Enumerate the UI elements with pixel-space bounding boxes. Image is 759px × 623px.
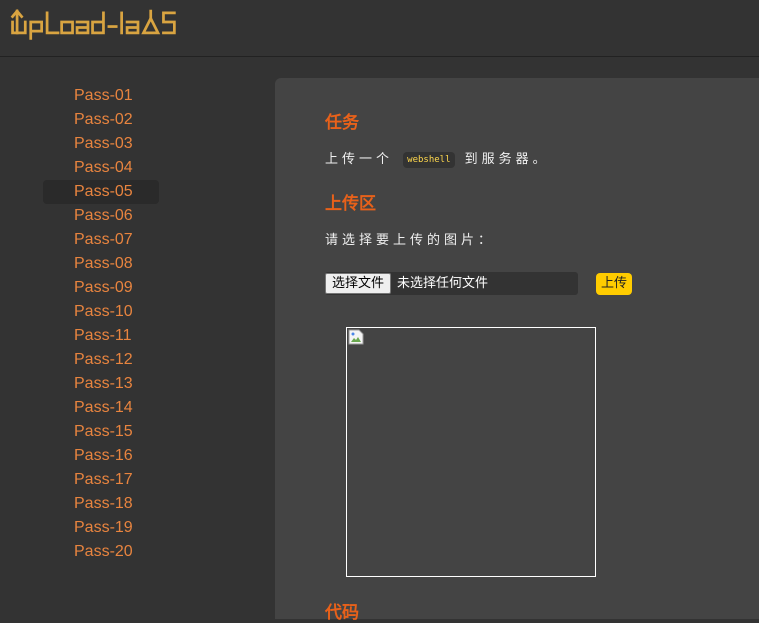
sidebar-item-pass-06[interactable]: Pass-06	[43, 204, 159, 228]
choose-file-button[interactable]: 选择文件	[325, 273, 392, 294]
header	[0, 0, 759, 57]
broken-image-icon	[348, 329, 364, 345]
sidebar-item-pass-11[interactable]: Pass-11	[43, 324, 159, 348]
sidebar-item-pass-05[interactable]: Pass-05	[43, 180, 159, 204]
sidebar-item-pass-19[interactable]: Pass-19	[43, 516, 159, 540]
select-image-prompt: 请选择要上传的图片：	[325, 233, 496, 248]
pass-nav-list: Pass-01 Pass-02 Pass-03 Pass-04 Pass-05 Pass-…	[43, 84, 159, 564]
sidebar-item-pass-01[interactable]: Pass-01	[43, 84, 159, 108]
upload-button[interactable]: 上传	[596, 273, 633, 295]
sidebar-item-pass-03[interactable]: Pass-03	[43, 132, 159, 156]
code-title: 代码	[325, 603, 359, 622]
upload-labs-logo[interactable]	[0, 2, 238, 42]
sidebar-item-pass-14[interactable]: Pass-14	[43, 396, 159, 420]
sidebar-item-pass-17[interactable]: Pass-17	[43, 468, 159, 492]
sidebar-item-pass-15[interactable]: Pass-15	[43, 420, 159, 444]
sidebar-item-pass-16[interactable]: Pass-16	[43, 444, 159, 468]
task-suffix: 到服务器。	[464, 152, 550, 167]
sidebar: Pass-01 Pass-02 Pass-03 Pass-04 Pass-05 Pass-…	[0, 58, 275, 619]
sidebar-item-pass-07[interactable]: Pass-07	[43, 228, 159, 252]
sidebar-item-pass-18[interactable]: Pass-18	[43, 492, 159, 516]
sidebar-item-pass-12[interactable]: Pass-12	[43, 348, 159, 372]
file-input[interactable]: 选择文件 未选择任何文件	[325, 272, 578, 295]
image-preview	[346, 327, 596, 577]
sidebar-item-pass-20[interactable]: Pass-20	[43, 540, 159, 564]
sidebar-item-pass-04[interactable]: Pass-04	[43, 156, 159, 180]
webshell-code-tag: webshell	[403, 152, 455, 168]
task-title: 任务	[325, 113, 359, 132]
sidebar-item-pass-13[interactable]: Pass-13	[43, 372, 159, 396]
task-prefix: 上传一个	[325, 152, 394, 167]
sidebar-item-pass-09[interactable]: Pass-09	[43, 276, 159, 300]
main-panel: 任务 上传一个 webshell 到服务器。 上传区 请选择要上传的图片： 选择…	[275, 78, 759, 622]
task-description: 上传一个 webshell 到服务器。	[325, 148, 550, 168]
upload-area-title: 上传区	[325, 194, 376, 213]
sidebar-item-pass-08[interactable]: Pass-08	[43, 252, 159, 276]
sidebar-item-pass-10[interactable]: Pass-10	[43, 300, 159, 324]
sidebar-item-pass-02[interactable]: Pass-02	[43, 108, 159, 132]
file-status-text: 未选择任何文件	[397, 276, 489, 291]
